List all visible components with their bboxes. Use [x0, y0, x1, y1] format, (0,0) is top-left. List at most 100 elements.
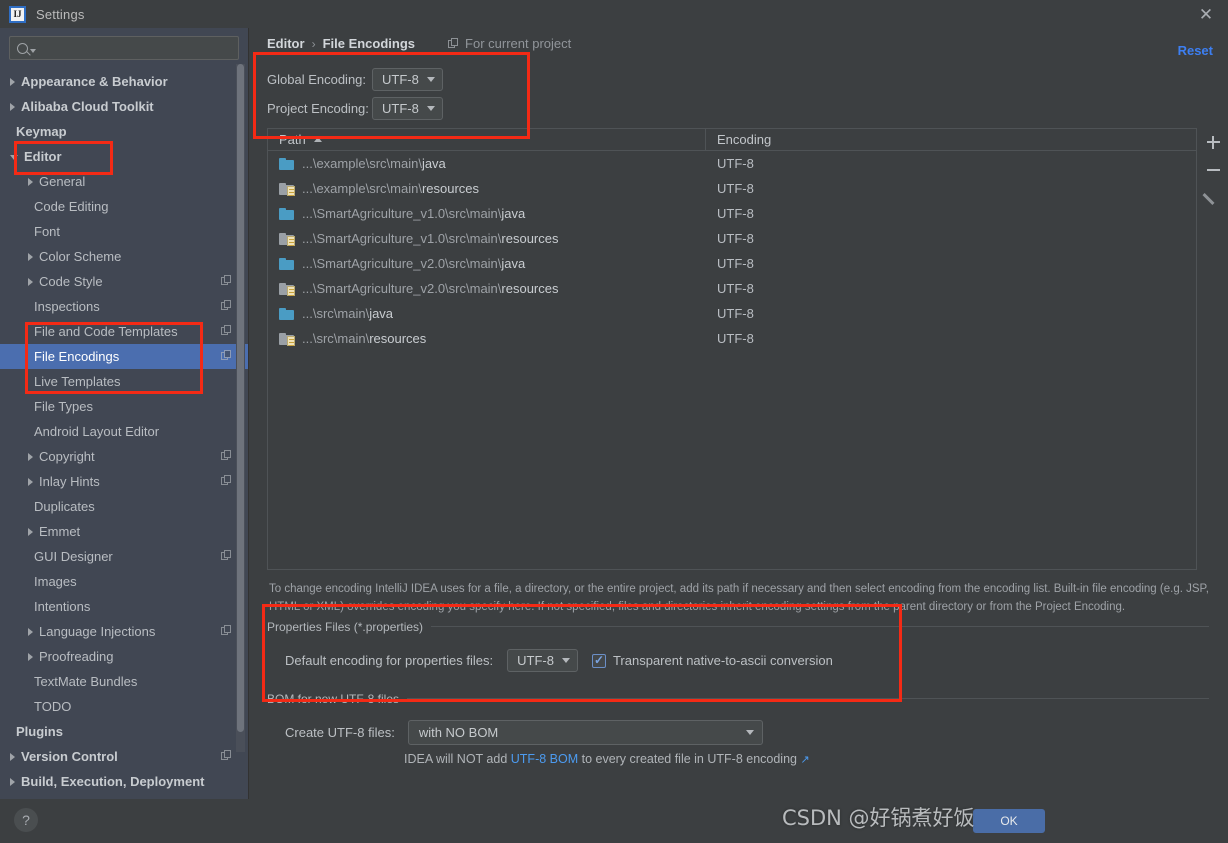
properties-group-divider [431, 626, 1209, 627]
chevron-right-icon[interactable] [28, 452, 33, 461]
sidebar-item-plugins[interactable]: Plugins [0, 719, 248, 744]
sidebar-item-file-types[interactable]: File Types [0, 394, 248, 419]
sidebar-item-file-and-code-templates[interactable]: File and Code Templates [0, 319, 248, 344]
breadcrumb-parent[interactable]: Editor [267, 36, 305, 51]
sidebar-item-copyright[interactable]: Copyright [0, 444, 248, 469]
close-icon[interactable]: ✕ [1196, 5, 1216, 25]
chevron-right-icon[interactable] [28, 652, 33, 661]
table-row[interactable]: ...\src\main\java UTF-8 [268, 301, 1196, 326]
table-cell-encoding[interactable]: UTF-8 [706, 156, 1196, 171]
chevron-right-icon[interactable] [28, 477, 33, 486]
sidebar-item-intentions[interactable]: Intentions [0, 594, 248, 619]
sidebar-item-alibaba-cloud-toolkit[interactable]: Alibaba Cloud Toolkit [0, 94, 248, 119]
table-cell-path: ...\SmartAgriculture_v2.0\src\main\java [268, 256, 706, 271]
sidebar-item-editor[interactable]: Editor [0, 144, 248, 169]
edit-path-button[interactable] [1198, 184, 1228, 212]
reset-link[interactable]: Reset [1178, 43, 1213, 58]
copy-settings-icon[interactable] [221, 350, 232, 361]
chevron-right-icon[interactable] [28, 527, 33, 536]
sidebar-item-color-scheme[interactable]: Color Scheme [0, 244, 248, 269]
project-encoding-select[interactable]: UTF-8 [372, 97, 443, 120]
sidebar-item-file-encodings[interactable]: File Encodings [0, 344, 248, 369]
sidebar-item-gui-designer[interactable]: GUI Designer [0, 544, 248, 569]
sidebar-item-label: Code Style [39, 274, 103, 289]
chevron-right-icon[interactable] [10, 102, 15, 111]
chevron-right-icon[interactable] [28, 277, 33, 286]
sidebar-item-keymap[interactable]: Keymap [0, 119, 248, 144]
sidebar-item-build-execution-deployment[interactable]: Build, Execution, Deployment [0, 769, 248, 794]
copy-settings-icon[interactable] [221, 625, 232, 636]
sidebar-item-todo[interactable]: TODO [0, 694, 248, 719]
copy-settings-icon[interactable] [221, 325, 232, 336]
add-path-button[interactable] [1198, 128, 1228, 156]
sidebar-item-appearance-behavior[interactable]: Appearance & Behavior [0, 69, 248, 94]
table-row[interactable]: ...\SmartAgriculture_v2.0\src\main\java U… [268, 251, 1196, 276]
bom-note: IDEA will NOT add UTF-8 BOM to every cre… [404, 752, 810, 766]
path-leaf: resources [501, 231, 559, 246]
table-row[interactable]: ...\SmartAgriculture_v2.0\src\main\resou… [268, 276, 1196, 301]
copy-settings-icon[interactable] [221, 475, 232, 486]
copy-settings-icon[interactable] [221, 450, 232, 461]
table-cell-encoding[interactable]: UTF-8 [706, 306, 1196, 321]
sidebar-item-inlay-hints[interactable]: Inlay Hints [0, 469, 248, 494]
chevron-right-icon[interactable] [28, 627, 33, 636]
sidebar-item-version-control[interactable]: Version Control [0, 744, 248, 769]
table-row[interactable]: ...\example\src\main\java UTF-8 [268, 151, 1196, 176]
table-row[interactable]: ...\example\src\main\resources UTF-8 [268, 176, 1196, 201]
table-cell-encoding[interactable]: UTF-8 [706, 181, 1196, 196]
table-cell-encoding[interactable]: UTF-8 [706, 206, 1196, 221]
sidebar-item-language-injections[interactable]: Language Injections [0, 619, 248, 644]
project-encoding-value: UTF-8 [382, 101, 419, 116]
sidebar-item-inspections[interactable]: Inspections [0, 294, 248, 319]
column-header-path[interactable]: Path [268, 129, 706, 150]
bom-note-before: IDEA will NOT add [404, 752, 511, 766]
bom-create-select[interactable]: with NO BOM [407, 720, 763, 745]
copy-settings-icon[interactable] [221, 275, 232, 286]
sidebar-item-images[interactable]: Images [0, 569, 248, 594]
column-header-encoding[interactable]: Encoding [706, 129, 1196, 150]
ok-button[interactable]: OK [973, 809, 1045, 833]
chevron-right-icon[interactable] [10, 752, 15, 761]
sidebar-item-textmate-bundles[interactable]: TextMate Bundles [0, 669, 248, 694]
external-link-icon[interactable]: ↗ [800, 754, 809, 766]
sidebar-item-android-layout-editor[interactable]: Android Layout Editor [0, 419, 248, 444]
search-box[interactable] [9, 36, 239, 60]
table-row[interactable]: ...\SmartAgriculture_v1.0\src\main\java U… [268, 201, 1196, 226]
table-cell-encoding[interactable]: UTF-8 [706, 331, 1196, 346]
sidebar-item-emmet[interactable]: Emmet [0, 519, 248, 544]
chevron-down-icon[interactable] [10, 155, 18, 160]
sidebar-item-code-editing[interactable]: Code Editing [0, 194, 248, 219]
sidebar-item-code-style[interactable]: Code Style [0, 269, 248, 294]
copy-settings-icon[interactable] [221, 300, 232, 311]
table-cell-encoding[interactable]: UTF-8 [706, 256, 1196, 271]
copy-settings-icon[interactable] [221, 550, 232, 561]
sidebar-scrollbar-thumb[interactable] [237, 64, 244, 732]
sidebar-item-font[interactable]: Font [0, 219, 248, 244]
global-encoding-select[interactable]: UTF-8 [372, 68, 443, 91]
copy-settings-icon[interactable] [221, 750, 232, 761]
chevron-right-icon[interactable] [10, 77, 15, 86]
project-encoding-row: Project Encoding: UTF-8 [267, 97, 443, 120]
table-row[interactable]: ...\src\main\resources UTF-8 [268, 326, 1196, 351]
sidebar-item-proofreading[interactable]: Proofreading [0, 644, 248, 669]
chevron-right-icon[interactable] [28, 177, 33, 186]
help-icon[interactable]: ? [14, 808, 38, 832]
table-row[interactable]: ...\SmartAgriculture_v1.0\src\main\resou… [268, 226, 1196, 251]
remove-path-button[interactable] [1198, 156, 1228, 184]
sidebar-item-label: Plugins [16, 724, 63, 739]
table-cell-encoding[interactable]: UTF-8 [706, 231, 1196, 246]
native-to-ascii-checkbox[interactable]: Transparent native-to-ascii conversion [591, 653, 833, 668]
properties-encoding-select[interactable]: UTF-8 [507, 649, 578, 672]
path-prefix: ...\SmartAgriculture_v2.0\src\main\ [302, 281, 502, 296]
table-cell-encoding[interactable]: UTF-8 [706, 281, 1196, 296]
search-input[interactable] [36, 41, 238, 55]
chevron-right-icon[interactable] [10, 777, 15, 786]
sidebar-scrollbar[interactable] [236, 64, 245, 752]
utf8-bom-link[interactable]: UTF-8 BOM [511, 752, 578, 766]
plus-icon [1206, 135, 1220, 149]
sidebar-item-duplicates[interactable]: Duplicates [0, 494, 248, 519]
sidebar-item-general[interactable]: General [0, 169, 248, 194]
chevron-right-icon[interactable] [28, 252, 33, 261]
sidebar-item-live-templates[interactable]: Live Templates [0, 369, 248, 394]
path-leaf: resources [421, 181, 480, 196]
